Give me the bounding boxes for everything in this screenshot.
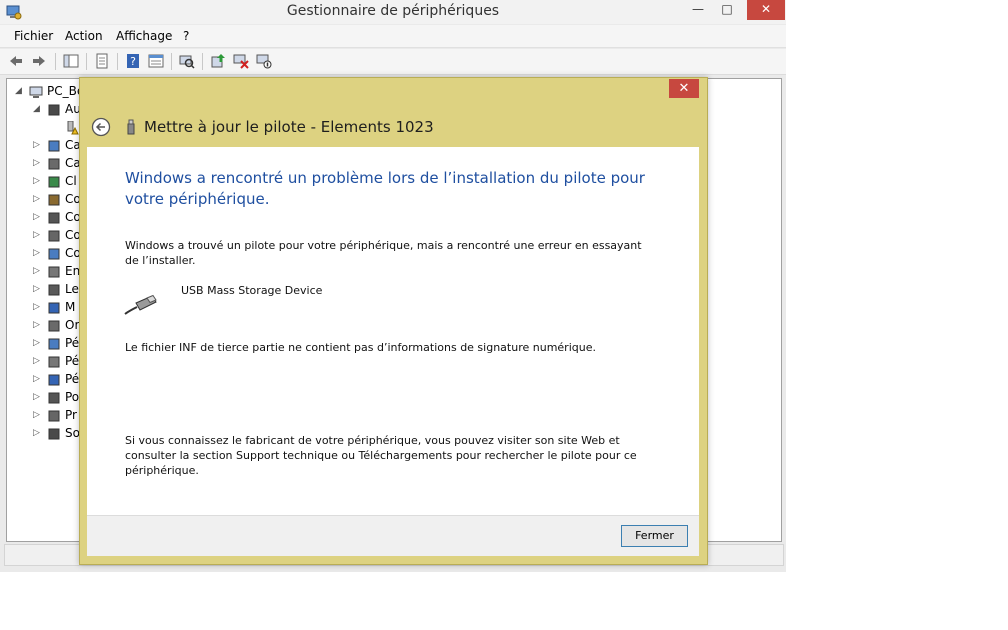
dialog-title: Mettre à jour le pilote - Elements 1023 (144, 118, 434, 136)
expand-arrow-icon[interactable]: ▷ (33, 428, 40, 438)
window-title: Gestionnaire de périphériques (286, 3, 500, 19)
usb-plug-icon (124, 294, 157, 315)
expand-arrow-icon[interactable]: ▷ (33, 338, 40, 348)
device-category-icon (48, 374, 60, 386)
menu-fichier[interactable]: Fichier (14, 29, 53, 43)
toolbar-separator (117, 53, 118, 70)
device-category-icon (48, 176, 60, 188)
usb-drive-icon (127, 119, 135, 135)
tree-item-label: So (65, 426, 80, 440)
device-category-icon (48, 284, 60, 296)
disable-device-icon[interactable] (256, 53, 272, 69)
collapse-arrow-icon[interactable]: ◢ (15, 86, 22, 96)
title-bar: Gestionnaire de périphériques — □ ✕ (0, 0, 786, 24)
menu-help[interactable]: ? (183, 29, 189, 43)
device-category-icon (48, 104, 60, 116)
toolbar: ? (0, 49, 786, 75)
toolbar-separator (86, 53, 87, 70)
device-category-icon (48, 392, 60, 404)
expand-arrow-icon[interactable]: ▷ (33, 176, 40, 186)
device-category-icon (48, 338, 60, 350)
device-category-icon (48, 230, 60, 242)
signature-error-message: Le fichier INF de tierce partie ne conti… (125, 341, 596, 354)
show-hide-tree-icon[interactable] (63, 53, 79, 69)
tree-item-label: Pé (65, 354, 80, 368)
expand-arrow-icon[interactable]: ▷ (33, 284, 40, 294)
tree-item-label: Po (65, 390, 80, 404)
back-arrow-icon[interactable] (91, 117, 111, 137)
tree-item-label: Pé (65, 372, 80, 386)
toolbar-separator (202, 53, 203, 70)
manufacturer-hint: Si vous connaissez le fabricant de votre… (125, 434, 637, 477)
svg-text:?: ? (130, 55, 136, 68)
tree-item-label: Cl (65, 174, 77, 188)
tree-item-label: Or (65, 318, 80, 332)
minimize-button[interactable]: — (684, 0, 712, 20)
tree-item-label: Pr (65, 408, 77, 422)
device-category-icon (48, 194, 60, 206)
menu-affichage[interactable]: Affichage (116, 29, 172, 43)
warning-device-icon (67, 121, 79, 135)
device-category-icon (48, 410, 60, 422)
error-description: Windows a trouvé un pilote pour votre pé… (125, 239, 642, 267)
dialog-content: Windows a rencontré un problème lors de … (87, 147, 699, 515)
tree-item-label: M (65, 300, 76, 314)
expand-arrow-icon[interactable]: ▷ (33, 248, 40, 258)
device-category-icon (48, 428, 60, 440)
device-name: USB Mass Storage Device (181, 284, 323, 297)
dialog-footer: Fermer (87, 515, 699, 556)
device-category-icon (48, 356, 60, 368)
tree-item-label: Le (65, 282, 79, 296)
tree-item-label: En (65, 264, 81, 278)
expand-arrow-icon[interactable]: ▷ (33, 158, 40, 168)
toolbar-separator (55, 53, 56, 70)
back-arrow-icon[interactable] (8, 53, 24, 69)
expand-arrow-icon[interactable]: ▷ (33, 320, 40, 330)
error-heading: Windows a rencontré un problème lors de … (125, 169, 645, 208)
maximize-button[interactable]: □ (713, 0, 741, 20)
fermer-button[interactable]: Fermer (621, 525, 688, 547)
expand-arrow-icon[interactable]: ▷ (33, 410, 40, 420)
device-category-icon (48, 158, 60, 170)
update-driver-dialog: ✕ Mettre à jour le pilote - Elements 102… (79, 77, 708, 565)
expand-arrow-icon[interactable]: ▷ (33, 140, 40, 150)
view-icon[interactable] (148, 53, 164, 69)
expand-arrow-icon[interactable]: ▷ (33, 374, 40, 384)
device-category-icon (48, 140, 60, 152)
menu-action[interactable]: Action (65, 29, 103, 43)
menu-bar: Fichier Action Affichage ? (0, 25, 786, 48)
device-category-icon (48, 248, 60, 260)
forward-arrow-icon[interactable] (31, 53, 47, 69)
device-category-icon (48, 266, 60, 278)
properties-icon[interactable] (94, 53, 110, 69)
expand-arrow-icon[interactable]: ▷ (33, 194, 40, 204)
expand-arrow-icon[interactable]: ▷ (33, 302, 40, 312)
collapse-arrow-icon[interactable]: ◢ (33, 104, 40, 114)
expand-arrow-icon[interactable]: ▷ (33, 266, 40, 276)
computer-icon (29, 86, 43, 98)
device-category-icon (48, 320, 60, 332)
uninstall-device-icon[interactable] (233, 53, 249, 69)
tree-item-label: Pé (65, 336, 80, 350)
expand-arrow-icon[interactable]: ▷ (33, 212, 40, 222)
scan-hardware-icon[interactable] (179, 53, 195, 69)
expand-arrow-icon[interactable]: ▷ (33, 392, 40, 402)
device-category-icon (48, 212, 60, 224)
toolbar-separator (171, 53, 172, 70)
help-icon[interactable]: ? (125, 53, 141, 69)
expand-arrow-icon[interactable]: ▷ (33, 230, 40, 240)
update-driver-icon[interactable] (210, 53, 226, 69)
dialog-close-button[interactable]: ✕ (669, 79, 699, 98)
expand-arrow-icon[interactable]: ▷ (33, 356, 40, 366)
device-category-icon (48, 302, 60, 314)
close-window-button[interactable]: ✕ (747, 0, 785, 20)
